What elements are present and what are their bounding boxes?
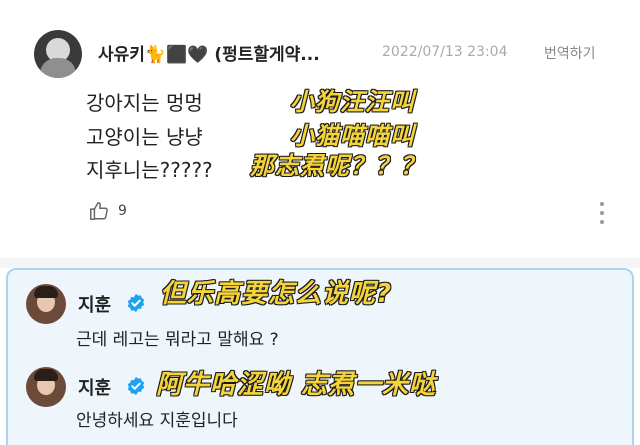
subtitle-overlay: 但乐高要怎么说呢? [159,278,393,310]
verified-badge-icon [127,376,145,396]
post-author-name[interactable]: 사유키🐈⬛🖤 (펑트할게약... [98,40,320,65]
comment-text: 근데 레고는 뭐라고 말해요 ? [76,330,279,350]
verified-badge-icon [127,293,145,313]
post-author-avatar[interactable] [34,30,82,78]
post-text-line: 고양이는 냥냥 [86,125,203,149]
like-count: 9 [118,203,127,219]
comment-author-name[interactable]: 지훈 [78,374,111,400]
comment-author-avatar[interactable] [26,367,66,407]
translate-button[interactable]: 번역하기 [544,43,596,63]
comment-author-name[interactable]: 지훈 [78,291,111,317]
thumbs-up-icon [90,202,108,220]
comment-author-avatar[interactable] [26,284,66,324]
like-button[interactable]: 9 [88,200,127,222]
more-vertical-icon[interactable] [596,202,608,224]
post-text-line: 지후니는????? [86,158,213,182]
post-text-line: 강아지는 멍멍 [86,91,203,115]
comment-text: 안녕하세요 지훈입니다 [76,411,238,431]
subtitle-overlay: 那志焄呢？？？ [249,151,425,181]
section-divider [0,258,640,268]
subtitle-overlay: 小狗汪汪叫 [289,87,415,117]
post-card: 사유키🐈⬛🖤 (펑트할게약... 2022/07/13 23:04 번역하기 강… [0,0,640,258]
post-timestamp: 2022/07/13 23:04 [382,44,508,60]
subtitle-overlay: 阿牛哈涩呦 志焄一米哒 [155,369,437,401]
